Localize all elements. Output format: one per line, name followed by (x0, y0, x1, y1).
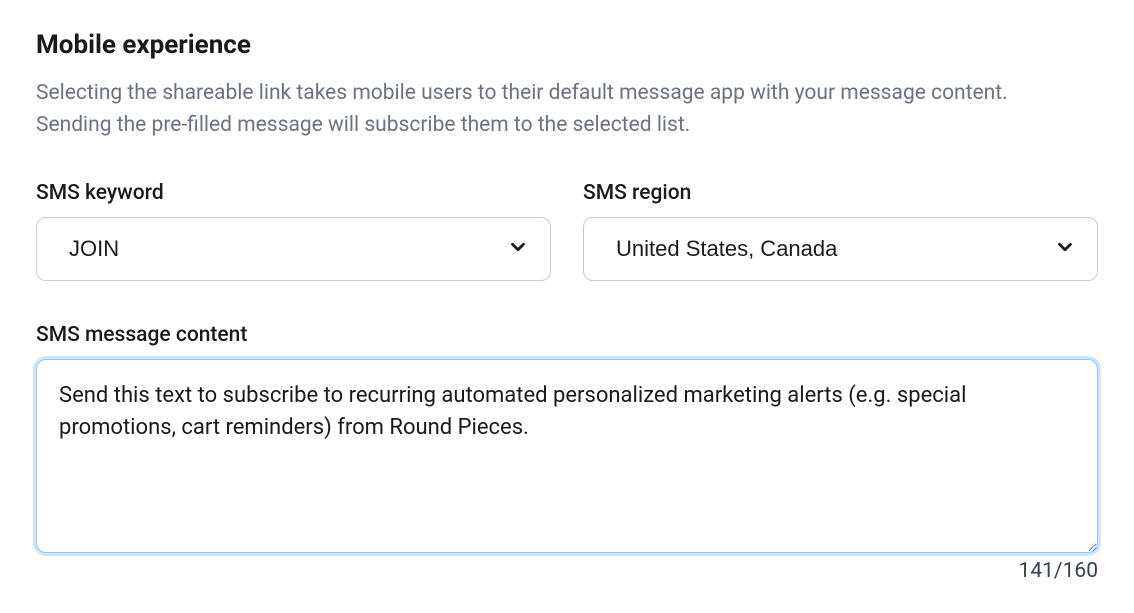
sms-message-textarea[interactable] (36, 359, 1098, 553)
sms-region-value: United States, Canada (616, 236, 837, 262)
sms-region-select[interactable]: United States, Canada (583, 217, 1098, 281)
sms-message-field: SMS message content 141/160 (36, 323, 1098, 583)
sms-keyword-value: JOIN (69, 236, 119, 262)
section-description: Selecting the shareable link takes mobil… (36, 78, 1076, 141)
sms-region-label: SMS region (583, 181, 1098, 205)
sms-keyword-select-wrapper: JOIN (36, 217, 551, 281)
sms-region-select-wrapper: United States, Canada (583, 217, 1098, 281)
sms-keyword-select[interactable]: JOIN (36, 217, 551, 281)
sms-message-char-counter: 141/160 (36, 559, 1098, 583)
sms-region-field: SMS region United States, Canada (583, 181, 1098, 281)
form-row-selects: SMS keyword JOIN SMS region United State… (36, 181, 1098, 281)
sms-keyword-field: SMS keyword JOIN (36, 181, 551, 281)
sms-message-label: SMS message content (36, 323, 1098, 347)
section-title: Mobile experience (36, 30, 1098, 60)
sms-keyword-label: SMS keyword (36, 181, 551, 205)
